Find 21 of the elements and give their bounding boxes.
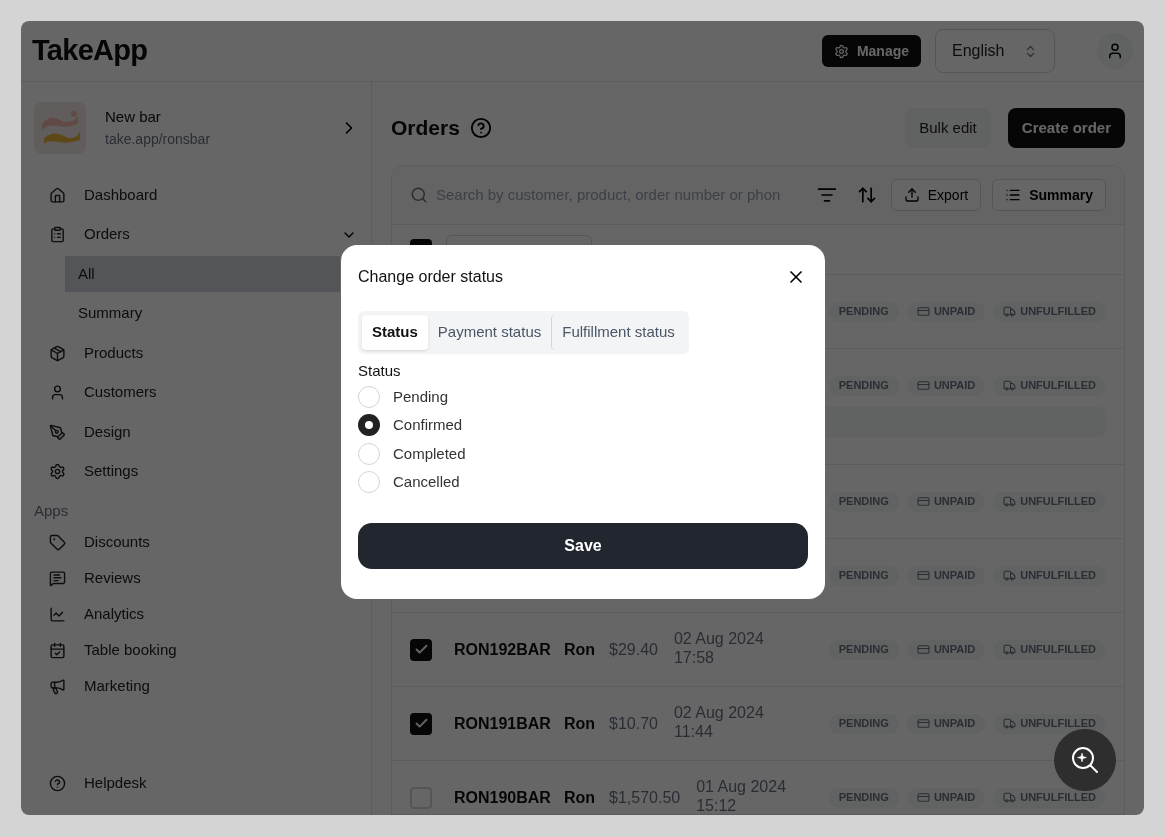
page-title: Orders bbox=[391, 115, 460, 142]
order-time: 11:44 bbox=[673, 721, 714, 741]
customer-name: Ron bbox=[564, 787, 597, 808]
shop-name: New bar bbox=[105, 107, 162, 128]
order-time: 15:12 bbox=[696, 795, 738, 814]
order-date: 02 Aug 2024 bbox=[673, 628, 764, 648]
order-date: 02 Aug 2024 bbox=[673, 702, 764, 722]
customer-name: Ron bbox=[564, 713, 597, 734]
order-amount: $10.70 bbox=[609, 713, 658, 734]
order-date: 01 Aug 2024 bbox=[696, 776, 787, 796]
order-number: RON191BAR bbox=[454, 713, 552, 734]
dialog-title: Change order status bbox=[358, 267, 503, 287]
order-number: RON190BAR bbox=[454, 787, 552, 808]
section-heading: Apps bbox=[34, 500, 70, 521]
customer-name: Ron bbox=[564, 639, 597, 660]
order-number: RON192BAR bbox=[454, 639, 552, 660]
order-amount: $29.40 bbox=[609, 639, 658, 660]
order-amount: $1,570.50 bbox=[609, 787, 681, 808]
field-label: Status bbox=[358, 361, 402, 381]
order-time: 17:58 bbox=[673, 647, 715, 667]
shop-url: take.app/ronsbar bbox=[105, 129, 211, 149]
